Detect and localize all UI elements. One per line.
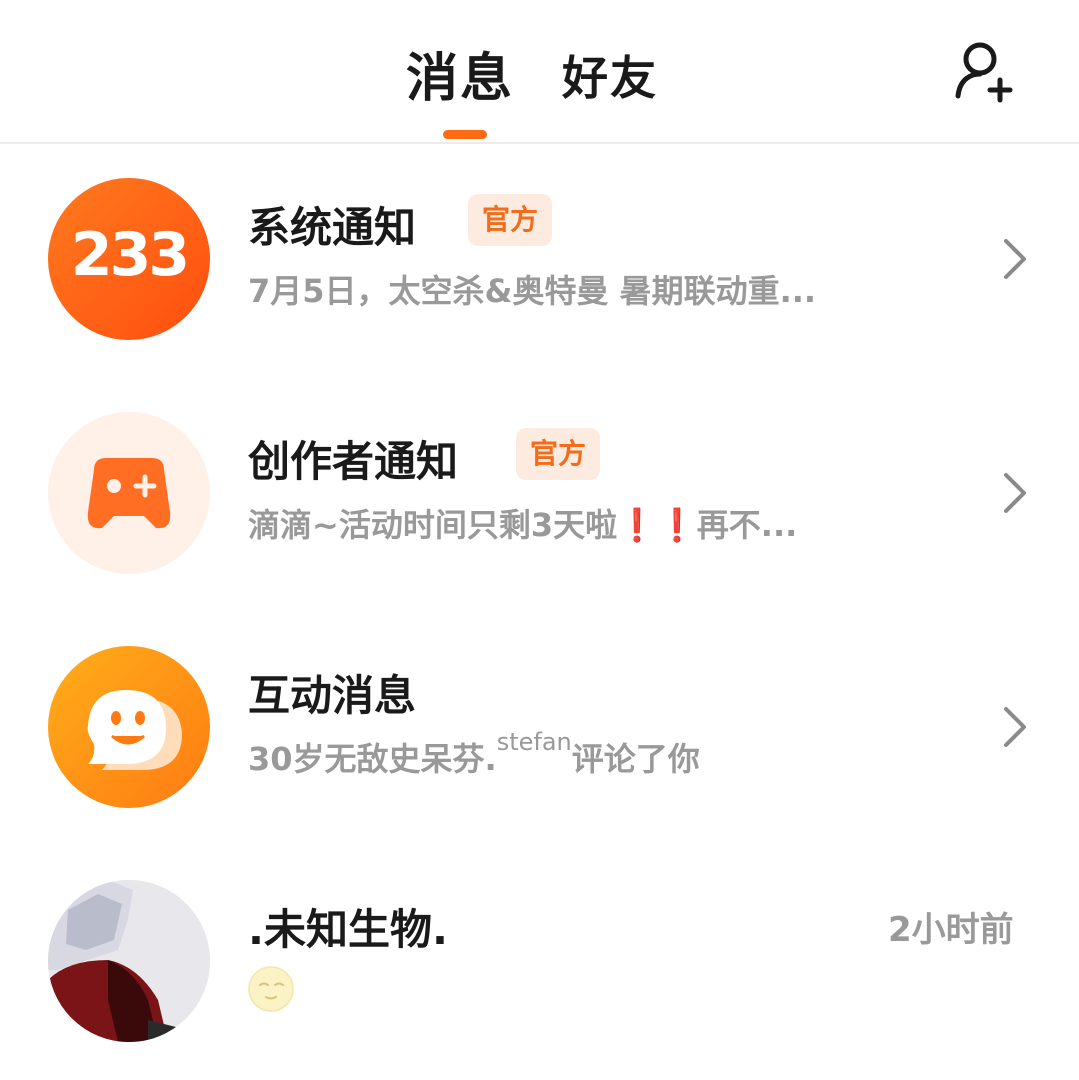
interaction-avatar — [48, 646, 210, 808]
list-item-creator-notice[interactable]: 创作者通知 官方 滴滴~活动时间只剩3天啦❗❗再不... — [0, 412, 1079, 612]
active-tab-indicator — [443, 130, 487, 139]
row-subtitle: 7月5日，太空杀&奥特曼 暑期联动重... — [248, 272, 817, 310]
add-user-icon[interactable] — [950, 36, 1020, 106]
official-badge: 官方 — [516, 428, 601, 480]
subtitle-text: 再不... — [696, 506, 798, 544]
row-subtitle: 30岁无敌史呆芬.stefan评论了你 — [248, 728, 700, 780]
exclamation-icon: ❗ — [617, 506, 657, 544]
tab-messages[interactable]: 消息 — [406, 36, 514, 111]
system-notice-avatar: 233 — [48, 178, 210, 340]
user-avatar-image — [48, 880, 210, 1042]
row-title: 创作者通知 — [248, 437, 459, 486]
chevron-right-icon — [1004, 473, 1026, 513]
user-avatar[interactable] — [48, 880, 210, 1042]
subtitle-text: 30岁无敌史呆芬. — [248, 740, 497, 778]
message-time: 2小时前 — [888, 910, 1014, 950]
row-title: 互动消息 — [248, 671, 417, 720]
list-item-chat-user[interactable]: .未知生物. 2小时前 — [0, 880, 1079, 1080]
chevron-right-icon — [1004, 239, 1026, 279]
smile-chat-icon — [87, 690, 182, 770]
list-item-interaction-messages[interactable]: 互动消息 30岁无敌史呆芬.stefan评论了你 — [0, 646, 1079, 846]
creator-notice-avatar — [48, 412, 210, 574]
top-tab-bar: 消息 好友 — [0, 0, 1079, 144]
list-item-system-notice[interactable]: 233 系统通知 官方 7月5日，太空杀&奥特曼 暑期联动重... — [0, 178, 1079, 378]
gamepad-icon — [87, 458, 171, 529]
row-title: 系统通知 — [248, 203, 417, 252]
subtitle-superscript: stefan — [496, 728, 572, 756]
moon-face-icon — [248, 966, 294, 1012]
subtitle-text: 评论了你 — [571, 740, 700, 778]
tab-friends[interactable]: 好友 — [562, 42, 658, 108]
subtitle-text: 滴滴~活动时间只剩3天啦 — [248, 506, 618, 544]
row-title: .未知生物. — [248, 905, 448, 954]
row-subtitle: 滴滴~活动时间只剩3天啦❗❗再不... — [248, 500, 797, 546]
chevron-right-icon — [1004, 707, 1026, 747]
brand-logo-233: 233 — [70, 220, 190, 290]
official-badge: 官方 — [468, 194, 553, 246]
exclamation-icon: ❗ — [656, 506, 697, 544]
